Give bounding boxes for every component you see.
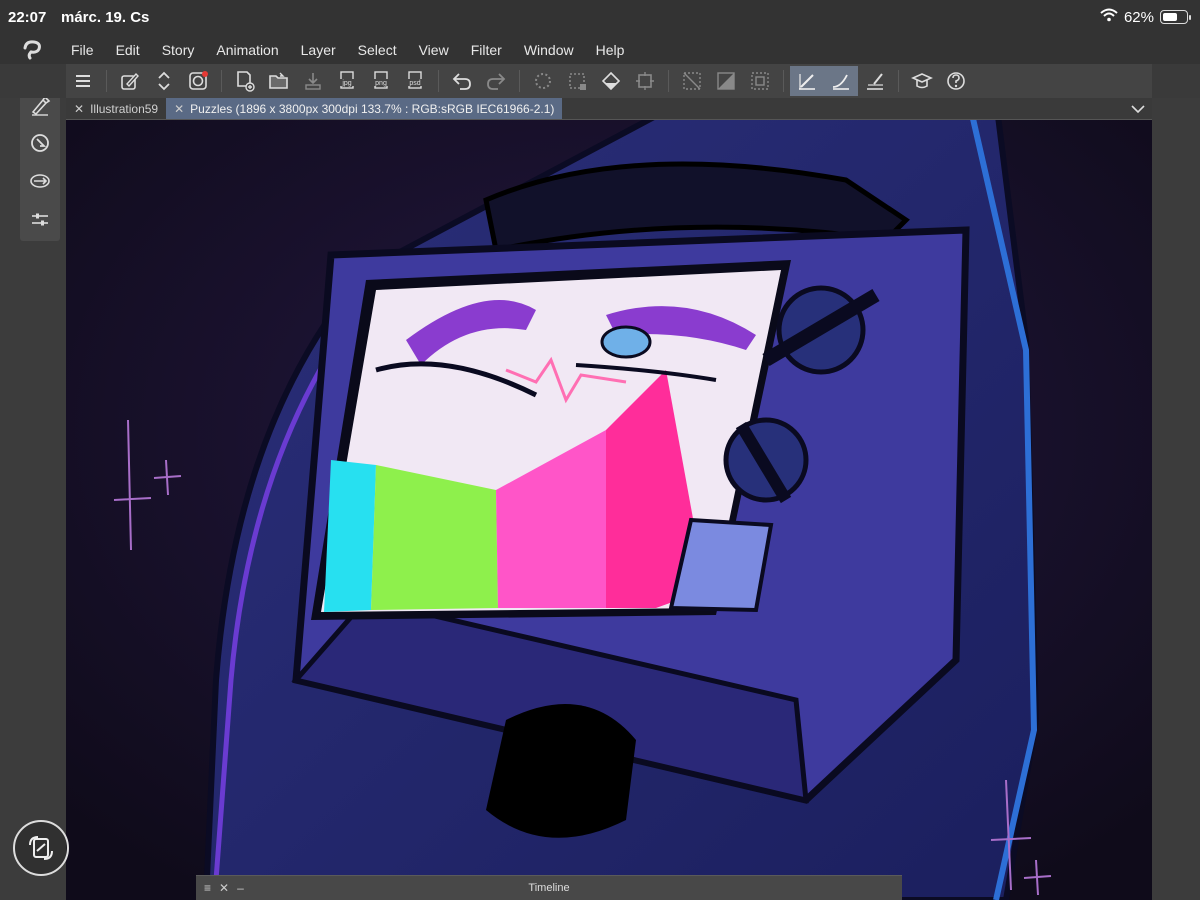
sliders-icon[interactable]	[27, 206, 53, 232]
toolbar-separator	[106, 70, 107, 92]
ruler-snap-icon[interactable]	[790, 66, 824, 96]
toolbar-separator	[519, 70, 520, 92]
export-psd-label: psd	[409, 80, 420, 87]
status-bar: 22:07 márc. 19. Cs 62%	[0, 0, 1200, 36]
clear-selection-icon[interactable]	[560, 66, 594, 96]
undo-icon[interactable]	[445, 66, 479, 96]
menu-bar: File Edit Story Animation Layer Select V…	[0, 36, 1200, 64]
cloud-sync-icon[interactable]	[181, 66, 215, 96]
scroll-updown-icon[interactable]	[147, 66, 181, 96]
loading-icon[interactable]	[526, 66, 560, 96]
battery-percent: 62%	[1123, 8, 1154, 26]
battery-fill	[1163, 13, 1177, 21]
status-date: márc. 19. Cs	[61, 9, 150, 26]
menu-items: File Edit Story Animation Layer Select V…	[60, 42, 635, 58]
menu-story[interactable]: Story	[151, 42, 206, 58]
tab-illustration59[interactable]: ✕ Illustration59	[66, 98, 166, 119]
status-time: 22:07	[8, 9, 47, 26]
fill-icon[interactable]	[594, 66, 628, 96]
rotate-canvas-icon	[29, 836, 53, 860]
menu-edit[interactable]: Edit	[105, 42, 151, 58]
navigator-icon[interactable]	[27, 130, 53, 156]
toolbar-separator	[438, 70, 439, 92]
command-bar-vertical	[20, 86, 60, 241]
menu-file[interactable]: File	[60, 42, 105, 58]
tab-puzzles[interactable]: ✕ Puzzles (1896 x 3800px 300dpi 133.7% :…	[166, 98, 563, 119]
toolbar-row: jpg png psd	[0, 64, 1200, 98]
modifier-key-button[interactable]	[13, 820, 69, 876]
color-bar-cyan	[324, 460, 376, 612]
toolbar-separator	[783, 70, 784, 92]
drag-handle-icon[interactable]: ≡	[204, 881, 211, 895]
eye-right	[600, 325, 652, 359]
app-logo-icon[interactable]	[12, 36, 52, 64]
deselect-icon[interactable]	[675, 66, 709, 96]
close-icon[interactable]: ✕	[74, 102, 84, 116]
status-indicators: 62%	[1100, 8, 1191, 26]
export-psd-icon[interactable]: psd	[398, 66, 432, 96]
tab-label: Puzzles (1896 x 3800px 300dpi 133.7% : R…	[190, 101, 555, 116]
export-png-label: png	[375, 80, 387, 87]
menu-animation[interactable]: Animation	[205, 42, 289, 58]
invert-selection-icon[interactable]	[709, 66, 743, 96]
menu-layer[interactable]: Layer	[290, 42, 347, 58]
tutorial-icon[interactable]	[905, 66, 939, 96]
close-icon[interactable]: ✕	[219, 881, 229, 895]
open-folder-icon[interactable]	[262, 66, 296, 96]
edit-settings-icon[interactable]	[113, 66, 147, 96]
save-icon[interactable]	[296, 66, 330, 96]
battery-icon	[1160, 10, 1191, 24]
close-icon[interactable]: ✕	[174, 102, 184, 116]
toolbar-separator	[668, 70, 669, 92]
minimize-icon[interactable]: –	[237, 881, 244, 895]
ruler-pen-icon[interactable]	[858, 66, 892, 96]
app-window: 22:07 márc. 19. Cs 62% File Edit Story A…	[0, 0, 1200, 900]
tab-label: Illustration59	[90, 101, 159, 116]
toolbar-separator	[898, 70, 899, 92]
chevron-down-icon[interactable]	[1124, 98, 1152, 119]
toolbar-separator	[221, 70, 222, 92]
wifi-icon	[1100, 8, 1118, 26]
redo-icon[interactable]	[479, 66, 513, 96]
help-icon[interactable]	[939, 66, 973, 96]
export-jpg-icon[interactable]: jpg	[330, 66, 364, 96]
menu-view[interactable]: View	[408, 42, 460, 58]
tv-speaker-panel	[668, 517, 774, 613]
menu-filter[interactable]: Filter	[460, 42, 513, 58]
timeline-panel: ≡ ✕ – Timeline	[196, 875, 902, 900]
main-menu-icon[interactable]	[66, 66, 100, 96]
export-jpg-label: jpg	[341, 80, 351, 87]
color-bar-green	[371, 465, 498, 610]
timeline-title: Timeline	[528, 882, 570, 894]
menu-window[interactable]: Window	[513, 42, 585, 58]
canvas[interactable]	[66, 120, 1152, 900]
menu-select[interactable]: Select	[347, 42, 408, 58]
artwork	[66, 120, 1152, 900]
selection-border-icon[interactable]	[743, 66, 777, 96]
menu-help[interactable]: Help	[585, 42, 636, 58]
crop-icon[interactable]	[628, 66, 662, 96]
right-panel: ‹‹ »	[1152, 64, 1200, 900]
command-bar: jpg png psd	[66, 64, 1152, 98]
transform-icon[interactable]	[27, 168, 53, 194]
special-ruler-icon[interactable]	[824, 66, 858, 96]
export-png-icon[interactable]: png	[364, 66, 398, 96]
document-tabs: ✕ Illustration59 ✕ Puzzles (1896 x 3800p…	[66, 98, 1152, 120]
new-file-icon[interactable]	[228, 66, 262, 96]
character-neck	[486, 704, 636, 838]
